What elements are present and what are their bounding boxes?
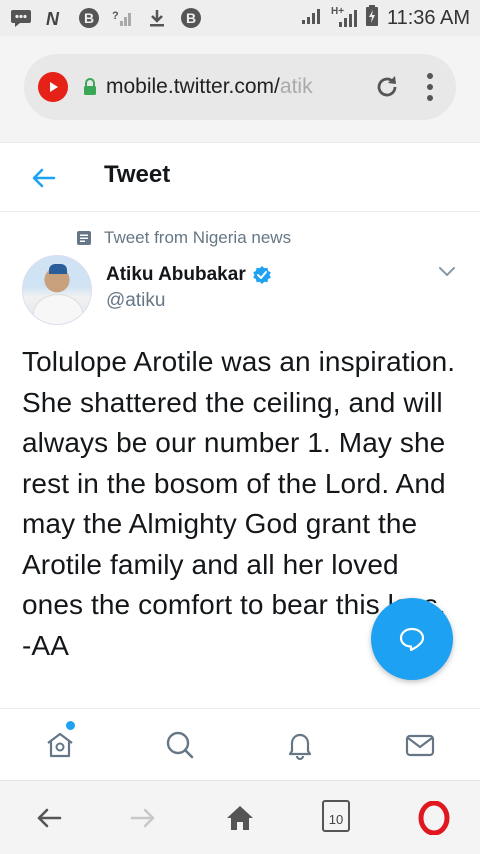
unread-indicator	[66, 721, 75, 730]
compose-reply-button[interactable]	[371, 598, 453, 680]
avatar[interactable]	[22, 255, 92, 325]
chevron-down-icon[interactable]	[438, 264, 456, 278]
nfc-icon: N	[44, 8, 66, 28]
author-name-row[interactable]: Atiku Abubakar	[106, 264, 272, 286]
status-bar: N B ? B H+ 11:36 AM	[0, 0, 480, 36]
battery-charging-icon	[365, 4, 379, 32]
avatar-cap	[49, 264, 67, 274]
tweet-context[interactable]: Tweet from Nigeria news	[76, 228, 291, 248]
tabs-count-label: 10	[328, 812, 344, 827]
bitcoin-icon: B	[180, 8, 202, 28]
signal-question-icon: ?	[112, 8, 134, 28]
address-bar[interactable]: mobile.twitter.com/atik	[24, 54, 456, 120]
signal-hplus-icon: H+	[331, 6, 357, 28]
author-name[interactable]: Atiku Abubakar	[106, 264, 246, 286]
reply-bubble-icon	[399, 627, 425, 652]
author-handle[interactable]: @atiku	[106, 290, 165, 312]
svg-text:N: N	[46, 9, 60, 28]
reload-icon[interactable]	[374, 74, 400, 100]
page-header: Tweet	[0, 142, 480, 212]
messages-icon[interactable]	[404, 729, 436, 761]
svg-text:?: ?	[112, 10, 119, 22]
notifications-icon[interactable]	[284, 729, 316, 761]
status-right-icons: H+ 11:36 AM	[301, 4, 470, 32]
tweet-context-label: Tweet from Nigeria news	[104, 228, 292, 247]
url-main: mobile.twitter.com/	[106, 75, 280, 98]
avatar-robe	[33, 294, 83, 324]
bottom-navigation	[0, 708, 480, 780]
forward-icon[interactable]	[128, 803, 158, 833]
browser-toolbar: mobile.twitter.com/atik	[0, 36, 480, 142]
more-options-icon[interactable]	[426, 72, 434, 102]
verified-badge-icon	[252, 265, 272, 285]
browser-bottom-bar	[0, 780, 480, 854]
bitcoin-icon: B	[78, 8, 100, 28]
page-title: Tweet	[104, 161, 171, 188]
url-text[interactable]: mobile.twitter.com/atik	[106, 75, 356, 99]
back-icon[interactable]	[34, 803, 64, 833]
svg-text:B: B	[84, 10, 94, 26]
tabs-icon[interactable]: 10	[322, 800, 350, 832]
svg-text:B: B	[186, 10, 196, 26]
opera-menu-icon[interactable]	[418, 800, 450, 836]
signal-icon	[301, 7, 323, 30]
list-icon	[76, 230, 92, 246]
status-left-icons: N B ? B	[10, 8, 202, 28]
browser-home-icon[interactable]	[225, 803, 255, 833]
lock-icon	[82, 78, 98, 96]
message-icon	[10, 8, 32, 28]
home-icon[interactable]	[44, 729, 76, 761]
youtube-play-icon	[38, 72, 68, 102]
url-faded: atik	[279, 75, 313, 98]
back-arrow-icon[interactable]	[30, 165, 56, 191]
download-icon	[146, 8, 168, 28]
search-icon[interactable]	[164, 729, 196, 761]
status-time: 11:36 AM	[386, 6, 470, 29]
